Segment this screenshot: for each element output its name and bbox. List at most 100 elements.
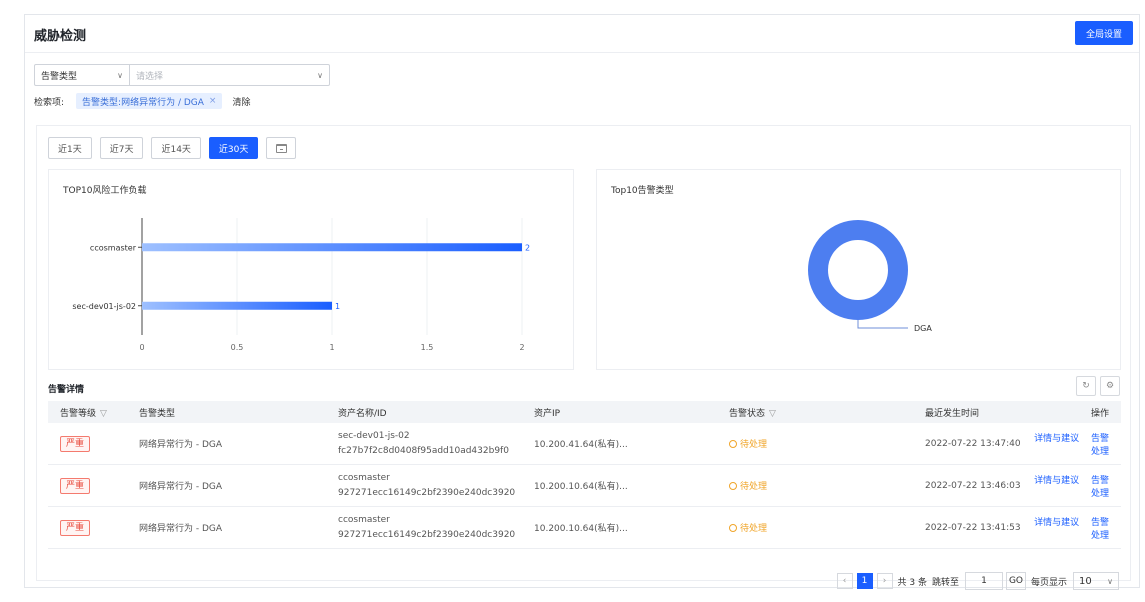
asset-id: 927271ecc16149c2bf2390e240dc3920 [338,488,516,498]
chevron-down-icon: ∨ [1107,576,1113,586]
handle-alert-link[interactable]: 告警处理 [1091,476,1109,499]
col-severity[interactable]: 告警等级 ▽ [48,406,139,419]
global-settings-button[interactable]: 全局设置 [1075,21,1133,45]
severity-badge: 严重 [60,477,91,494]
table-row: 严重 网络异常行为 - DGA ccosmaster 927271ecc1614… [48,465,1121,507]
calendar-icon [275,143,287,153]
handle-alert-link[interactable]: 告警处理 [1091,434,1109,457]
status-cell: 待处理 [729,437,925,450]
clock-icon [729,440,737,448]
asset-cell: ccosmaster 927271ecc16149c2bf2390e240dc3… [338,473,534,498]
alert-type-cell: 网络异常行为 - DGA [139,524,223,534]
alert-details-title: 告警详情 [48,385,85,395]
donut-slice [808,220,908,320]
filter-icon[interactable]: ▽ [100,409,107,419]
asset-id: 927271ecc16149c2bf2390e240dc3920 [338,530,516,540]
actions-cell: 详情与建议 告警处理 [1022,431,1121,457]
page-size-select[interactable]: 10 ∨ [1073,572,1119,590]
page-size-value: 10 [1079,575,1092,587]
severity-badge: 严重 [60,435,91,452]
filter-icon[interactable]: ▽ [769,409,776,419]
page-title: 威胁检测 [34,29,87,44]
time-cell: 2022-07-22 13:47:40 [925,438,1021,449]
donut-chart: DGA [808,220,932,333]
header-divider [25,52,1139,53]
col-actions: 操作 [1090,408,1109,419]
jump-page-input[interactable]: 1 [964,572,1003,590]
severity-badge: 严重 [60,519,91,536]
col-severity-label: 告警等级 [60,408,97,419]
filter-bar: 告警类型 ∨ 请选择 ∨ [34,64,330,86]
details-link[interactable]: 详情与建议 [1034,518,1079,528]
close-icon[interactable]: × [209,96,217,106]
jump-label: 跳转至 [931,577,959,588]
slice-label: DGA [914,324,932,333]
filter-tag-label: 告警类型:网络异常行为 / DGA [82,97,204,108]
filter-value-select[interactable]: 请选择 ∨ [130,64,330,86]
range-14d-button[interactable]: 近14天 [151,137,201,159]
bar [142,301,332,310]
alert-type-cell: 网络异常行为 - DGA [139,482,223,492]
col-ip: 资产IP [534,408,561,419]
gear-icon: ⚙ [1105,381,1115,391]
pagination: ‹ 1 › 共 3 条 跳转至 1 GO 每页显示 10 ∨ [836,572,1119,590]
bar-value-label: 1 [335,302,340,311]
asset-cell: sec-dev01-js-02 fc27b7f2c8d0408f95add10a… [338,431,534,456]
range-7d-button[interactable]: 近7天 [99,137,144,159]
x-tick-label: 1 [329,343,334,352]
y-category-label: ccosmaster [90,243,137,252]
clock-icon [729,482,737,490]
asset-name: sec-dev01-js-02 [338,431,410,441]
x-tick-label: 1.5 [421,343,434,352]
next-page-button[interactable]: › [876,573,893,589]
range-1d-button[interactable]: 近1天 [48,137,92,159]
asset-id: fc27b7f2c8d0408f95add10ad432b9f0 [338,446,509,456]
y-category-label: sec-dev01-js-02 [72,302,136,311]
page-1-button[interactable]: 1 [856,573,873,589]
leader-line [857,320,908,329]
range-30d-button[interactable]: 近30天 [208,137,259,159]
time-cell: 2022-07-22 13:46:03 [925,480,1021,491]
main-frame: 威胁检测 全局设置 告警类型 ∨ 请选择 ∨ 检索项: 告警类型:网络异常行为 … [24,14,1140,590]
x-tick-label: 0.5 [231,343,244,352]
table-header: 告警等级 ▽ 告警类型 资产名称/ID 资产IP 告警状态 ▽ 最近发生时间 操作 [48,401,1121,423]
x-tick-label: 0 [139,343,144,352]
time-range-selector: 近1天 近7天 近14天 近30天 [48,137,304,159]
bar-value-label: 2 [525,243,530,252]
asset-cell: ccosmaster 927271ecc16149c2bf2390e240dc3… [338,515,534,540]
col-status[interactable]: 告警状态 ▽ [729,406,925,419]
clock-icon [729,524,737,532]
details-link[interactable]: 详情与建议 [1034,476,1079,486]
settings-button[interactable]: ⚙ [1100,376,1120,396]
col-asset: 资产名称/ID [338,408,387,419]
clear-filters-link[interactable]: 清除 [232,95,250,108]
alert-table: 告警等级 ▽ 告警类型 资产名称/ID 资产IP 告警状态 ▽ 最近发生时间 操作 … [48,401,1121,549]
actions-cell: 详情与建议 告警处理 [1022,515,1121,541]
filter-tag: 告警类型:网络异常行为 / DGA × [76,93,223,109]
time-cell: 2022-07-22 13:41:53 [925,522,1021,533]
actions-cell: 详情与建议 告警处理 [1022,473,1121,499]
asset-ip-cell: 10.200.10.64(私有)... [534,524,628,534]
col-type: 告警类型 [139,408,176,419]
table-row: 严重 网络异常行为 - DGA sec-dev01-js-02 fc27b7f2… [48,423,1121,465]
refresh-button[interactable]: ↻ [1076,376,1096,396]
asset-name: ccosmaster [338,473,390,483]
alert-type-select-value: 告警类型 [41,71,78,82]
custom-date-button[interactable] [266,137,297,159]
bar [142,243,522,252]
total-count: 共 3 条 [897,577,927,588]
status-label: 待处理 [740,482,768,492]
search-label: 检索项: [34,97,65,108]
prev-page-button[interactable]: ‹ [836,573,853,589]
content-panel: 近1天 近7天 近14天 近30天 TOP10风险工作负载 0 0.5 1 1.5 2 c… [36,125,1131,590]
handle-alert-link[interactable]: 告警处理 [1091,518,1109,541]
top10-alert-type-card: Top10告警类型 DGA [596,169,1121,370]
chevron-down-icon: ∨ [117,70,123,80]
details-link[interactable]: 详情与建议 [1034,434,1079,444]
bar-chart: 0 0.5 1 1.5 2 ccosmaster 2 sec-dev01-js-02 1 [72,218,530,352]
alert-type-select[interactable]: 告警类型 ∨ [34,64,130,86]
go-button[interactable]: GO [1005,572,1026,590]
filter-value-placeholder: 请选择 [136,71,164,82]
page-size-label: 每页显示 [1030,577,1067,588]
status-cell: 待处理 [729,479,925,492]
